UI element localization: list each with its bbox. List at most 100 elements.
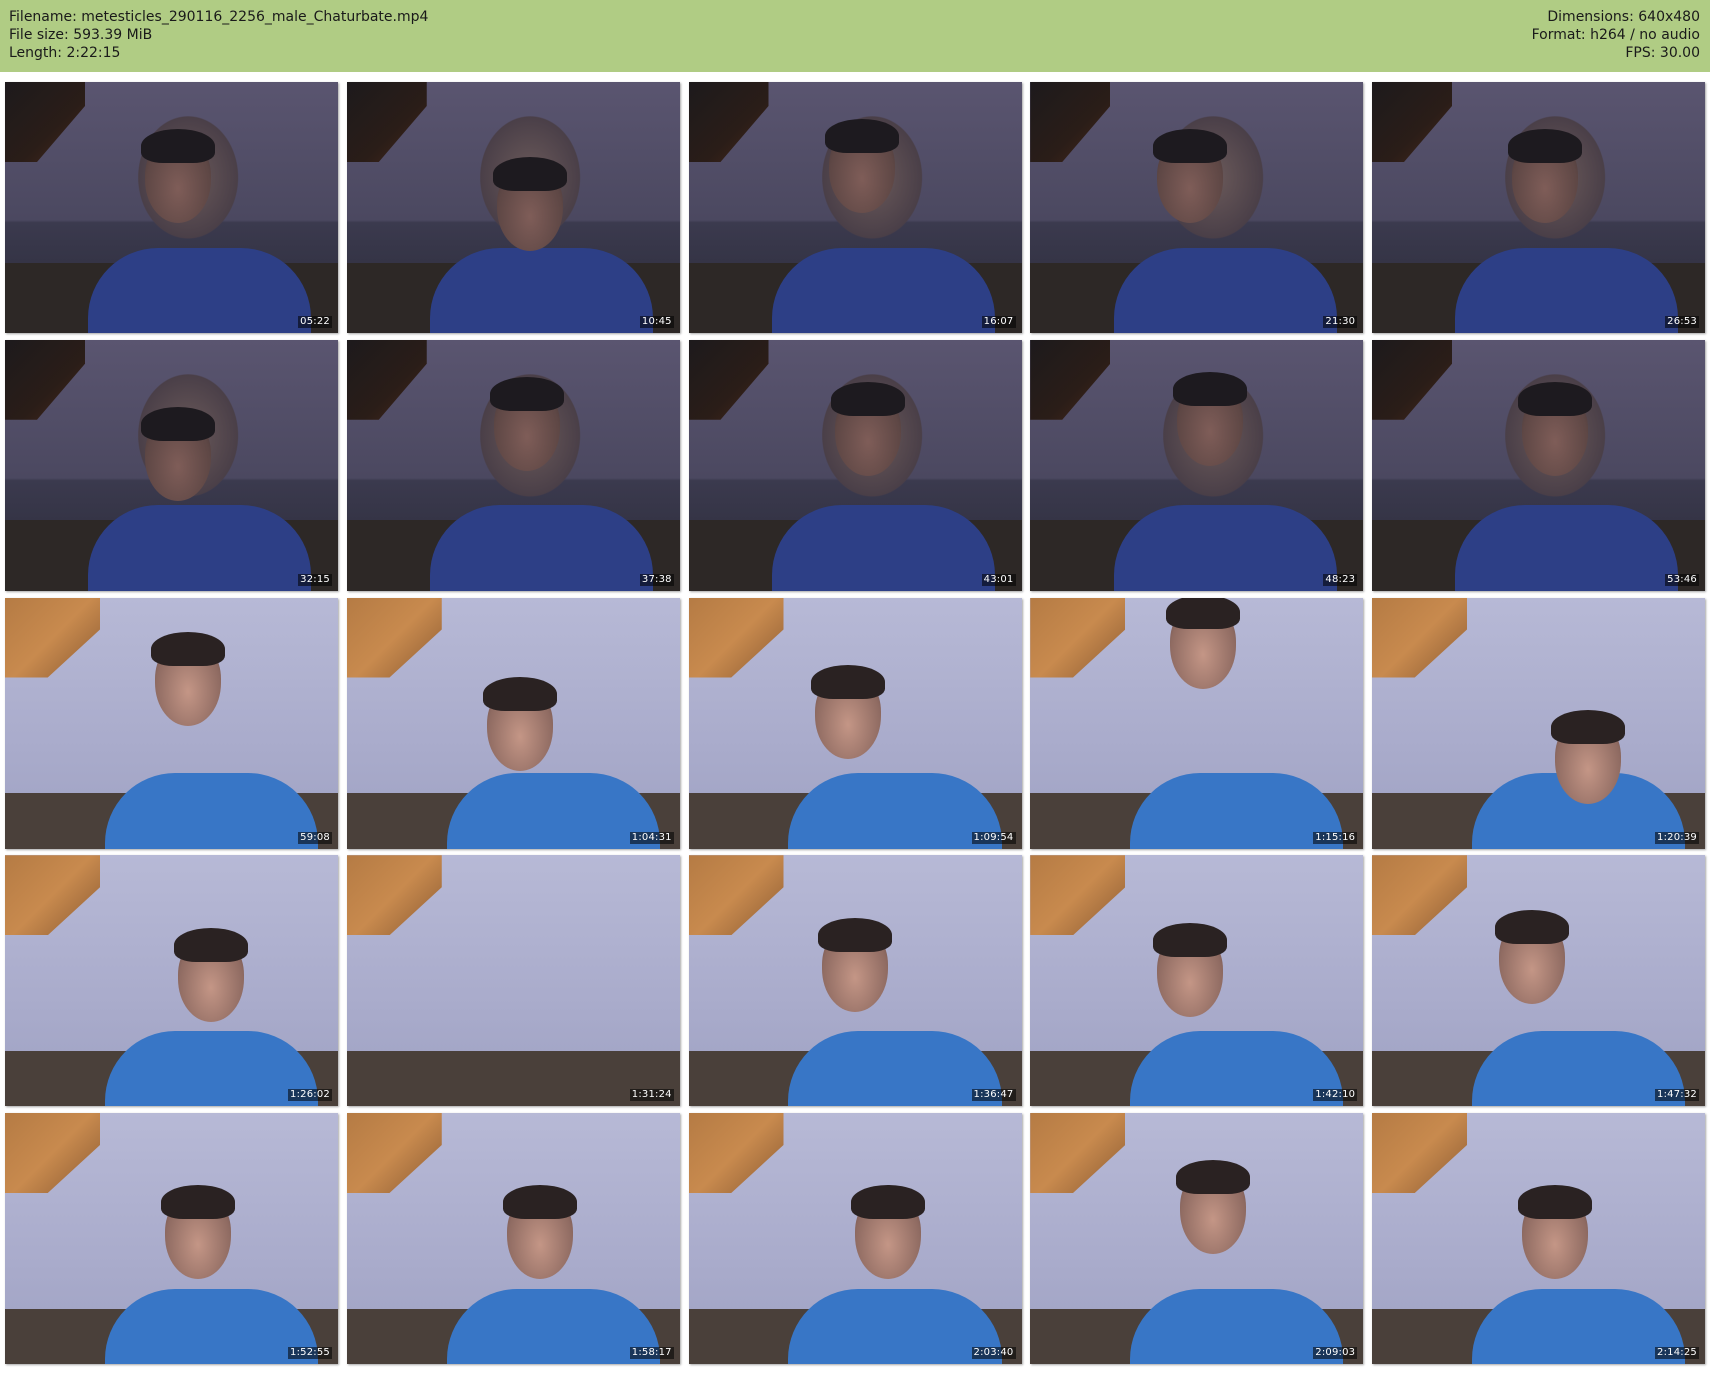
shelf-shape [1030,1113,1126,1193]
thumbnail[interactable]: 48:23 [1030,339,1364,591]
thumbnail[interactable]: 37:38 [346,339,680,591]
thumbnail-grid: 05:22 10:45 16:07 21:30 26:53 32:15 37:38 43:01… [5,82,1705,1364]
thumbnail[interactable]: 43:01 [688,339,1022,591]
thumbnail[interactable]: 53:46 [1372,339,1705,591]
thumbnail-image [688,597,1022,849]
head-shape [161,1185,236,1280]
thumbnail[interactable]: 1:42:10 [1030,855,1364,1107]
thumbnail-timestamp: 48:23 [1323,573,1358,586]
thumbnail[interactable]: 1:20:39 [1372,597,1705,849]
thumbnail[interactable]: 59:08 [5,597,338,849]
thumbnail-timestamp: 21:30 [1323,316,1358,328]
thumbnail[interactable]: 2:14:25 [1372,1113,1705,1364]
thumbnail-timestamp: 1:42:10 [1313,1089,1358,1102]
shelf-shape [1030,82,1111,162]
shelf-shape [1372,597,1467,678]
thumbnail-image [5,82,338,333]
head-shape [824,119,899,214]
shelf-shape [346,339,427,420]
head-shape [489,376,564,471]
head-shape [1508,129,1583,224]
thumbnail[interactable]: 1:09:54 [688,597,1022,849]
length-text: Length: 2:22:15 [9,45,121,61]
shirt-shape [771,247,995,333]
shirt-shape [104,1030,319,1107]
thumbnail-timestamp: 32:15 [298,573,332,586]
shelf-shape [688,339,769,420]
shelf-shape [1030,855,1126,936]
thumbnail-image [346,855,680,1107]
file-size-text: File size: 593.39 MiB [9,27,153,43]
shelf-shape [5,339,85,420]
thumbnail[interactable]: 1:26:02 [5,855,338,1107]
head-shape [1176,1160,1251,1255]
head-shape [1494,910,1569,1004]
head-shape [151,632,226,727]
shirt-shape [788,773,1002,849]
head-shape [502,1185,577,1280]
shelf-shape [346,597,442,678]
shelf-shape [346,1113,442,1193]
thumbnail[interactable]: 10:45 [346,82,680,333]
thumbnail-timestamp: 1:09:54 [971,831,1016,844]
shirt-shape [1455,247,1679,333]
shelf-shape [1372,82,1452,162]
fps-text: FPS: 30.00 [1625,45,1700,61]
thumbnail[interactable]: 32:15 [5,339,338,591]
thumbnail-timestamp: 10:45 [639,316,674,328]
thumbnail[interactable]: 1:15:16 [1030,597,1364,849]
thumbnail-image [1030,1113,1364,1364]
shelf-shape [688,855,784,936]
thumbnail-image [1030,339,1364,591]
thumbnail[interactable]: 05:22 [5,82,338,333]
thumbnail[interactable]: 26:53 [1372,82,1705,333]
thumbnail[interactable]: 2:03:40 [688,1113,1022,1364]
shirt-shape [430,247,654,333]
shirt-shape [1130,1288,1344,1364]
thumbnail[interactable]: 1:04:31 [346,597,680,849]
thumbnail-timestamp: 1:20:39 [1655,831,1699,844]
thumbnail[interactable]: 16:07 [688,82,1022,333]
thumbnail-image [1372,339,1705,591]
head-shape [811,664,886,759]
shirt-shape [1130,773,1344,849]
thumbnail[interactable]: 21:30 [1030,82,1364,333]
shirt-shape [788,1288,1002,1364]
head-shape [1166,597,1241,689]
shirt-shape [771,505,995,591]
thumbnail[interactable]: 1:36:47 [688,855,1022,1107]
shelf-shape [688,597,784,678]
shelf-shape [5,82,85,162]
thumbnail[interactable]: 2:09:03 [1030,1113,1364,1364]
thumbnail[interactable]: 1:52:55 [5,1113,338,1364]
shirt-shape [446,1288,660,1364]
thumbnail-image [688,82,1022,333]
thumbnail-timestamp: 16:07 [981,316,1016,328]
thumbnail-timestamp: 2:09:03 [1313,1347,1358,1359]
thumbnail-image [688,1113,1022,1364]
shelf-shape [1372,1113,1467,1193]
thumbnail-image [1030,855,1364,1107]
shelf-shape [1030,597,1126,678]
shirt-shape [1471,1030,1686,1107]
head-shape [851,1185,926,1280]
shirt-shape [104,773,319,849]
thumbnail-image [346,597,680,849]
thumbnail-image [346,339,680,591]
head-shape [482,677,557,772]
head-shape [818,917,892,1012]
thumbnail-image [5,339,338,591]
thumbnail[interactable]: 1:31:24 [346,855,680,1107]
thumbnail-timestamp: 26:53 [1665,316,1699,328]
thumbnail-image [1030,82,1364,333]
shirt-shape [104,1288,319,1364]
shelf-shape [1030,339,1111,420]
thumbnail-image [1030,597,1364,849]
head-shape [1518,381,1593,476]
head-shape [492,156,567,251]
shirt-shape [1113,247,1337,333]
shirt-shape [1455,505,1679,591]
thumbnail[interactable]: 1:47:32 [1372,855,1705,1107]
thumbnail[interactable]: 1:58:17 [346,1113,680,1364]
dimensions-text: Dimensions: 640x480 [1547,9,1700,25]
